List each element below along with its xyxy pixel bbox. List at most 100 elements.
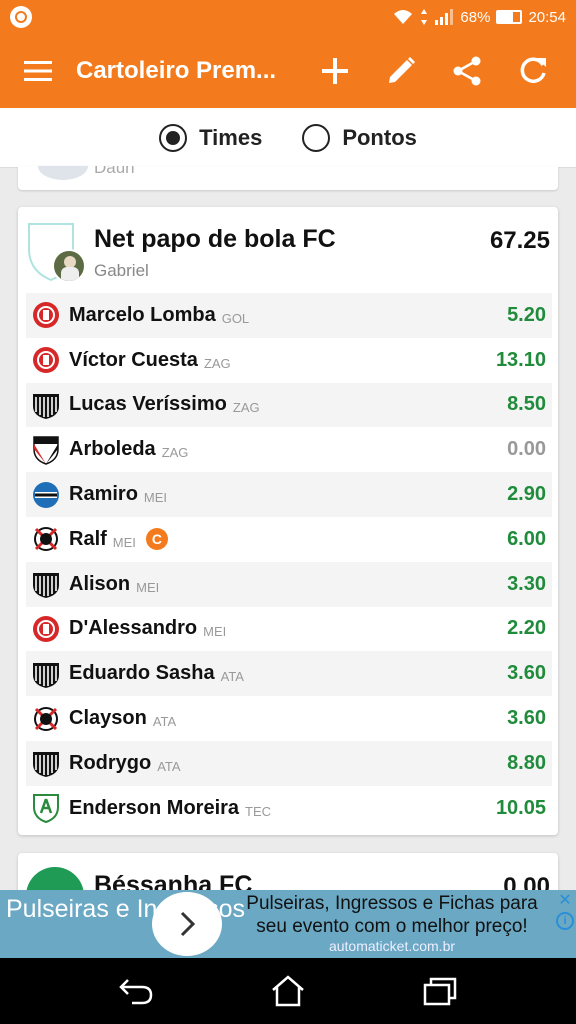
player-points: 3.60 <box>507 707 546 730</box>
player-row[interactable]: Marcelo Lomba GOL 5.20 <box>26 293 552 338</box>
status-bar: 68% 20:54 <box>0 0 576 34</box>
home-button[interactable] <box>258 966 318 1016</box>
player-row[interactable]: Clayson ATA 3.60 <box>26 696 552 741</box>
player-list: Marcelo Lomba GOL 5.20 Víctor Cuesta ZAG 13.1… <box>26 293 552 831</box>
player-position: MEI <box>203 624 227 640</box>
data-transfer-icon <box>421 9 428 25</box>
info-icon[interactable]: i <box>556 912 574 930</box>
recents-icon <box>423 977 457 1006</box>
internacional-shield-icon <box>31 345 61 375</box>
refresh-button[interactable] <box>500 34 566 108</box>
santos-shield-icon <box>31 748 61 778</box>
team-score: 67.25 <box>489 227 550 254</box>
add-icon <box>322 58 348 84</box>
share-button[interactable] <box>434 34 500 108</box>
previous-team-card[interactable]: Daun <box>18 166 558 190</box>
menu-icon <box>24 61 52 81</box>
player-position: GOL <box>221 310 250 326</box>
radio-pontos-label: Pontos <box>342 124 417 150</box>
status-time: 20:54 <box>528 8 566 26</box>
internacional-shield-icon <box>31 614 61 644</box>
ad-banner[interactable]: Pulseiras e Ingressos Pulseiras, Ingress… <box>0 890 576 958</box>
internacional-shield-icon <box>31 300 61 330</box>
player-points: 8.80 <box>507 751 546 774</box>
santos-shield-icon <box>31 659 61 689</box>
team-card[interactable]: Net papo de bola FC Gabriel 67.25 Marcel… <box>18 207 558 835</box>
previous-owner: Daun <box>94 166 135 177</box>
santos-shield-icon <box>31 390 61 420</box>
player-row[interactable]: D'Alessandro MEI 2.20 <box>26 607 552 652</box>
player-points: 0.00 <box>507 438 546 461</box>
player-row[interactable]: Arboleda ZAG 0.00 <box>26 427 552 472</box>
player-points: 8.50 <box>507 393 546 416</box>
radio-times[interactable]: Times <box>159 123 262 152</box>
player-points: 6.00 <box>507 527 546 550</box>
radio-checked-icon <box>159 123 188 152</box>
player-position: TEC <box>245 803 272 819</box>
edit-button[interactable] <box>368 34 434 108</box>
team-owner: Gabriel <box>94 261 149 280</box>
player-name: Marcelo Lomba <box>69 303 216 326</box>
player-position: ZAG <box>203 355 231 371</box>
view-toggle: Times Pontos <box>0 108 576 168</box>
player-points: 3.30 <box>507 572 546 595</box>
home-icon <box>272 975 304 1007</box>
player-points: 5.20 <box>507 303 546 326</box>
chevron-right-icon <box>180 911 195 937</box>
menu-button[interactable] <box>0 34 76 108</box>
app-toolbar: Cartoleiro Prem... <box>0 34 576 108</box>
share-icon <box>453 56 481 86</box>
player-name: Eduardo Sasha <box>69 662 215 685</box>
ad-arrow-button[interactable] <box>152 892 222 956</box>
battery-icon <box>496 10 523 24</box>
battery-level <box>498 12 514 22</box>
signal-icon <box>435 9 454 25</box>
whatsapp-icon <box>10 6 32 28</box>
player-points: 2.90 <box>507 483 546 506</box>
close-icon[interactable]: ✕ <box>556 892 574 910</box>
team-name: Net papo de bola FC <box>94 225 336 253</box>
ad-domain: automaticket.com.br <box>328 938 456 954</box>
player-name: Rodrygo <box>69 751 152 774</box>
player-name: Víctor Cuesta <box>69 348 198 371</box>
radio-unchecked-icon <box>302 123 331 152</box>
system-nav-bar <box>0 958 576 1024</box>
player-row[interactable]: Ramiro MEI 2.90 <box>26 472 552 517</box>
player-row[interactable]: Alison MEI 3.30 <box>26 561 552 607</box>
player-row[interactable]: Ralf MEI C 6.00 <box>26 517 552 562</box>
player-position: ATA <box>220 669 244 685</box>
recents-button[interactable] <box>410 966 470 1016</box>
player-row[interactable]: Lucas Veríssimo ZAG 8.50 <box>26 382 552 428</box>
corinthians-shield-icon <box>31 524 61 554</box>
sao-paulo-shield-icon <box>31 435 61 465</box>
back-button[interactable] <box>106 966 166 1016</box>
player-name: Lucas Veríssimo <box>69 393 227 416</box>
player-name: Ralf <box>69 527 107 550</box>
player-row[interactable]: Rodrygo ATA 8.80 <box>26 740 552 786</box>
gremio-shield-icon <box>31 480 61 510</box>
add-button[interactable] <box>302 34 368 108</box>
player-points: 3.60 <box>507 662 546 685</box>
wifi-icon <box>394 10 413 24</box>
refresh-icon <box>520 57 546 83</box>
player-position: MEI <box>143 490 168 506</box>
player-name: D'Alessandro <box>69 617 198 640</box>
player-points: 13.10 <box>495 348 546 371</box>
player-position: ATA <box>152 714 177 730</box>
player-name: Clayson <box>69 707 147 730</box>
corinthians-shield-icon <box>31 704 61 734</box>
radio-pontos[interactable]: Pontos <box>302 123 417 152</box>
player-name: Enderson Moreira <box>69 796 240 819</box>
page-title: Cartoleiro Prem... <box>76 57 277 84</box>
back-icon <box>119 979 153 1005</box>
player-position: MEI <box>112 534 136 550</box>
player-points: 10.05 <box>495 796 546 819</box>
battery-percent: 68% <box>460 8 491 26</box>
player-name: Alison <box>69 572 131 595</box>
player-row[interactable]: Eduardo Sasha ATA 3.60 <box>26 651 552 697</box>
player-row[interactable]: Víctor Cuesta ZAG 13.10 <box>26 338 552 383</box>
captain-badge: C <box>145 528 168 551</box>
team-card-header: Net papo de bola FC Gabriel 67.25 <box>18 207 558 292</box>
santos-shield-icon <box>31 569 61 599</box>
player-row[interactable]: Enderson Moreira TEC 10.05 <box>26 786 552 831</box>
